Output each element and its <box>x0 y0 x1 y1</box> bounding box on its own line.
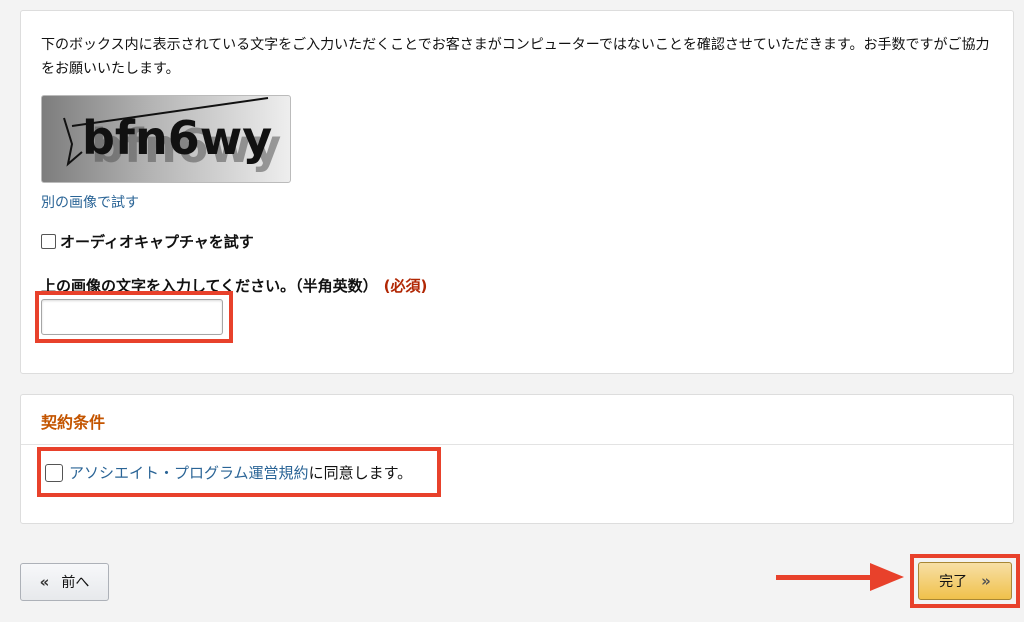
captcha-text: bfn6wy <box>82 111 272 165</box>
terms-panel: 契約条件 アソシエイト・プログラム運営規約 に同意します。 <box>20 394 1014 524</box>
pointer-arrow-icon <box>870 563 904 591</box>
audio-captcha-checkbox[interactable] <box>41 234 56 249</box>
double-chevron-left-icon: « <box>39 573 50 591</box>
audio-captcha-option[interactable]: オーディオキャプチャを試す <box>41 231 254 252</box>
captcha-input[interactable] <box>41 299 223 335</box>
captcha-panel: 下のボックス内に表示されている文字をご入力いただくことでお客さまがコンピューター… <box>20 10 1014 374</box>
finish-button-label: 完了 <box>939 574 968 590</box>
required-marker: (必須) <box>383 277 428 295</box>
terms-link[interactable]: アソシエイト・プログラム運営規約 <box>69 462 309 483</box>
terms-title: 契約条件 <box>41 413 106 432</box>
captcha-instructions: 下のボックス内に表示されている文字をご入力いただくことでお客さまがコンピューター… <box>41 37 990 77</box>
terms-agree-suffix: に同意します。 <box>308 464 413 482</box>
back-button-label: 前へ <box>61 575 90 591</box>
captcha-image: bfn6wy bfn6wy <box>41 95 291 183</box>
double-chevron-right-icon: » <box>981 572 991 590</box>
pointer-arrow-shaft <box>776 575 872 580</box>
finish-button[interactable]: 完了 » <box>918 562 1012 600</box>
back-button[interactable]: « 前へ <box>20 563 109 601</box>
try-another-image-link[interactable]: 別の画像で試す <box>41 192 139 212</box>
terms-agreement[interactable]: アソシエイト・プログラム運営規約 に同意します。 <box>45 462 412 483</box>
audio-captcha-label: オーディオキャプチャを試す <box>60 233 254 251</box>
terms-divider <box>21 444 1013 445</box>
terms-agree-checkbox[interactable] <box>45 463 63 482</box>
